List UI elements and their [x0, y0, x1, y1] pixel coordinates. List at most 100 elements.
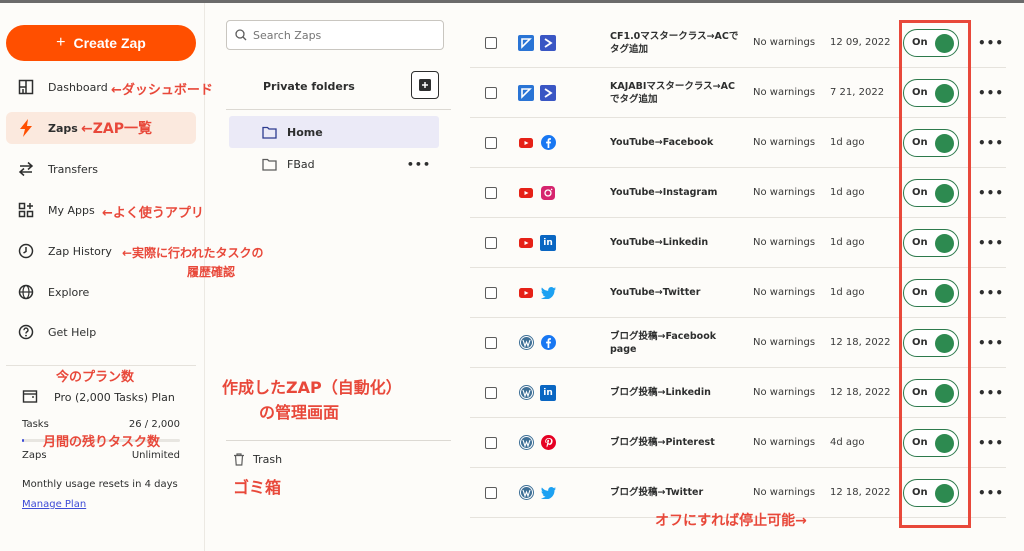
- more-icon[interactable]: •••: [978, 336, 1004, 350]
- facebook-icon: [540, 335, 556, 351]
- zap-checkbox[interactable]: [485, 436, 497, 449]
- twitter-icon: [540, 485, 556, 501]
- zap-app-icons: in: [518, 384, 556, 401]
- zap-name[interactable]: KAJABIマスタークラス→ACでタグ追加: [610, 80, 740, 106]
- tasks-usage-fill: [22, 439, 25, 442]
- tasks-usage-row: Tasks 26 / 2,000: [22, 419, 180, 430]
- zap-checkbox[interactable]: [485, 336, 497, 349]
- nav-get-help-label: Get Help: [48, 325, 97, 339]
- zap-app-icons: [518, 135, 556, 151]
- zap-checkbox[interactable]: [485, 386, 497, 399]
- zap-name[interactable]: YouTube→Instagram: [610, 186, 740, 199]
- zap-name[interactable]: ブログ投稿→Facebook page: [610, 330, 740, 356]
- zap-status: No warnings: [753, 137, 816, 148]
- more-icon[interactable]: •••: [978, 136, 1004, 150]
- zap-date: 12 18, 2022: [830, 487, 891, 498]
- zap-checkbox[interactable]: [485, 136, 497, 149]
- zap-date: 12 18, 2022: [830, 387, 891, 398]
- zap-date: 1d ago: [830, 137, 865, 148]
- instagram-icon: [540, 185, 556, 201]
- more-icon[interactable]: •••: [978, 436, 1004, 450]
- toggle-highlight-box: [899, 20, 971, 528]
- more-icon[interactable]: •••: [978, 386, 1004, 400]
- zap-name[interactable]: ブログ投稿→Linkedin: [610, 386, 740, 399]
- zap-app-icons: [518, 435, 556, 451]
- more-icon[interactable]: •••: [978, 486, 1004, 500]
- zap-name[interactable]: YouTube→Twitter: [610, 286, 740, 299]
- folder-fbad-label: FBad: [287, 157, 315, 171]
- more-icon[interactable]: •••: [978, 36, 1004, 50]
- zap-name[interactable]: YouTube→Linkedin: [610, 236, 740, 249]
- nav-explore[interactable]: Explore: [6, 276, 196, 308]
- apps-icon: [16, 200, 36, 220]
- annotation-history-2: 履歴確認: [187, 265, 236, 279]
- more-icon[interactable]: •••: [407, 158, 431, 171]
- zap-date: 4d ago: [830, 437, 865, 448]
- zap-app-icons: [518, 285, 556, 301]
- usage-reset-text: Monthly usage resets in 4 days: [22, 479, 178, 490]
- plan-icon: [22, 390, 38, 403]
- zap-name[interactable]: ブログ投稿→Pinterest: [610, 436, 740, 449]
- search-box[interactable]: [226, 20, 444, 50]
- zap-date: 7 21, 2022: [830, 87, 885, 98]
- zap-name[interactable]: CF1.0マスタークラス→ACでタグ追加: [610, 30, 740, 56]
- nav-get-help[interactable]: Get Help: [6, 316, 196, 348]
- wordpress-icon: [518, 385, 534, 401]
- pinterest-icon: [540, 435, 556, 451]
- more-icon[interactable]: •••: [978, 236, 1004, 250]
- trash-divider: [226, 440, 451, 441]
- zap-checkbox[interactable]: [485, 86, 497, 99]
- trash-item[interactable]: Trash: [233, 453, 282, 466]
- activecampaign-icon: [540, 84, 556, 101]
- search-input[interactable]: [253, 28, 433, 42]
- annotation-history-1: ←実際に行われたタスクの: [122, 246, 264, 260]
- plus-icon: +: [56, 34, 66, 51]
- youtube-icon: [518, 285, 534, 301]
- add-folder-button[interactable]: [411, 71, 439, 99]
- dashboard-icon: [16, 77, 36, 97]
- more-icon[interactable]: •••: [978, 286, 1004, 300]
- folder-home[interactable]: Home: [229, 116, 439, 148]
- zap-date: 12 09, 2022: [830, 37, 891, 48]
- zap-app-icons: [518, 84, 556, 101]
- globe-icon: [16, 282, 36, 302]
- more-icon[interactable]: •••: [978, 186, 1004, 200]
- zap-date: 1d ago: [830, 287, 865, 298]
- annotation-plan: 今のプラン数: [56, 370, 135, 385]
- activecampaign-icon: [540, 34, 556, 51]
- nav-dashboard-label: Dashboard: [48, 80, 108, 94]
- annotation-usage: 月間の残りタスク数: [43, 435, 161, 450]
- folder-fbad[interactable]: FBad •••: [229, 148, 439, 180]
- wordpress-icon: [518, 485, 534, 501]
- folder-icon: [262, 126, 277, 139]
- zaps-label: Zaps: [22, 450, 47, 461]
- annotation-toggle: オフにすれば停止可能→: [655, 513, 807, 529]
- kajabi-icon: [518, 34, 534, 51]
- nav-explore-label: Explore: [48, 285, 90, 299]
- zap-checkbox[interactable]: [485, 486, 497, 499]
- zap-checkbox[interactable]: [485, 186, 497, 199]
- more-icon[interactable]: •••: [978, 86, 1004, 100]
- folders-divider: [226, 109, 451, 110]
- zap-name[interactable]: YouTube→Facebook: [610, 136, 740, 149]
- zap-status: No warnings: [753, 187, 816, 198]
- zap-checkbox[interactable]: [485, 36, 497, 49]
- youtube-icon: [518, 185, 534, 201]
- folder-icon: [262, 158, 277, 171]
- create-zap-button[interactable]: + Create Zap: [6, 25, 196, 61]
- zap-app-icons: [518, 335, 556, 351]
- create-zap-label: Create Zap: [73, 35, 146, 51]
- zap-app-icons: in: [518, 234, 556, 251]
- manage-plan-link[interactable]: Manage Plan: [22, 499, 86, 510]
- private-folders-title: Private folders: [263, 80, 355, 93]
- zap-status: No warnings: [753, 487, 816, 498]
- tasks-label: Tasks: [22, 419, 49, 430]
- nav-transfers[interactable]: Transfers: [6, 153, 196, 185]
- twitter-icon: [540, 285, 556, 301]
- youtube-icon: [518, 235, 534, 251]
- zap-checkbox[interactable]: [485, 236, 497, 249]
- zap-name[interactable]: ブログ投稿→Twitter: [610, 486, 740, 499]
- tasks-value: 26 / 2,000: [128, 419, 180, 430]
- zap-date: 1d ago: [830, 187, 865, 198]
- zap-checkbox[interactable]: [485, 286, 497, 299]
